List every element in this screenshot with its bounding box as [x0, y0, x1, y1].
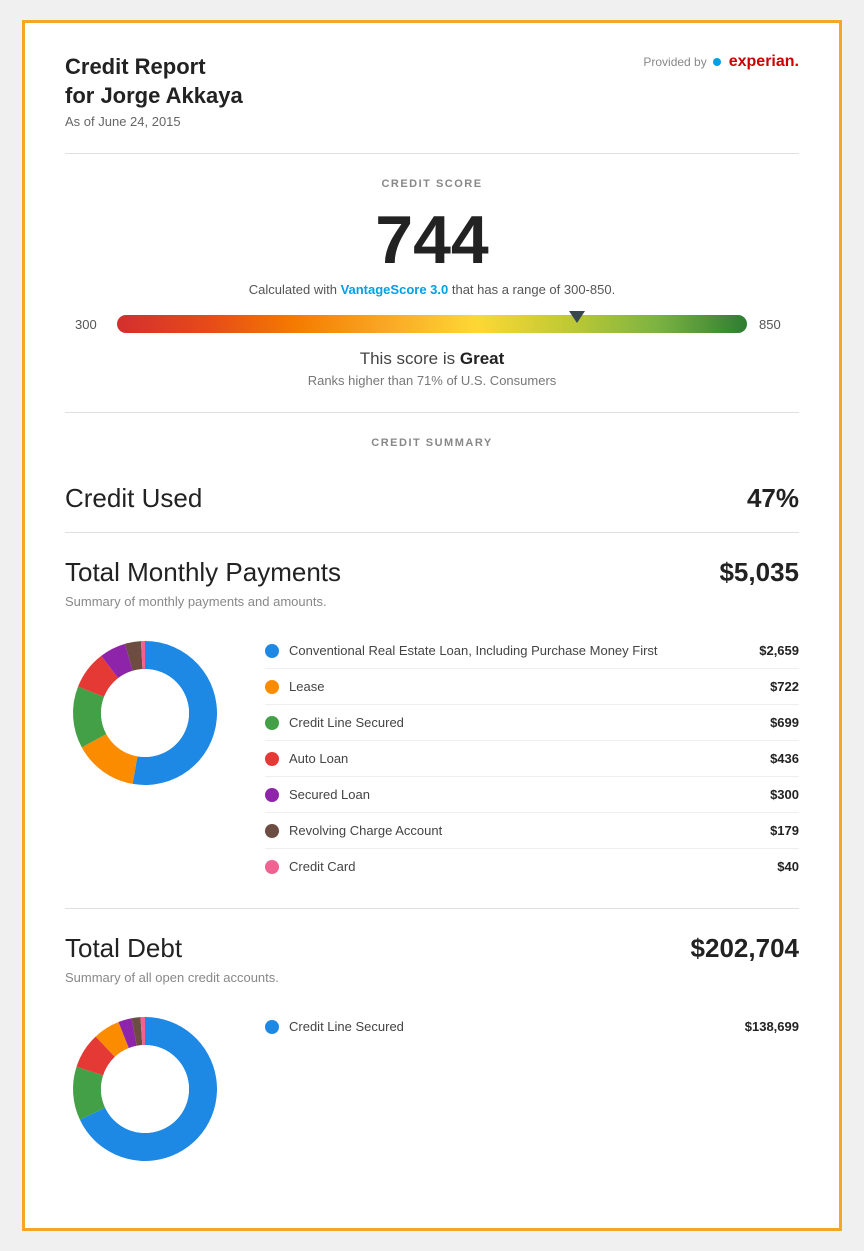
score-quality: Great — [460, 349, 504, 368]
legend-dot — [265, 860, 279, 874]
legend-name: Revolving Charge Account — [289, 823, 442, 838]
total-debt-section: Total Debt $202,704 Summary of all open … — [65, 908, 799, 1198]
legend-left: Credit Card — [265, 859, 355, 874]
legend-left: Secured Loan — [265, 787, 370, 802]
legend-amount: $2,659 — [759, 643, 799, 658]
debt-content: Credit Line Secured $138,699 — [65, 1009, 799, 1174]
legend-dot — [265, 1020, 279, 1034]
vantage-link[interactable]: VantageScore 3.0 — [341, 282, 449, 297]
legend-amount: $40 — [777, 859, 799, 874]
credit-score-section: CREDIT SCORE 744 Calculated with Vantage… — [65, 153, 799, 412]
legend-amount: $138,699 — [745, 1019, 799, 1034]
legend-name: Credit Line Secured — [289, 715, 404, 730]
legend-name: Secured Loan — [289, 787, 370, 802]
score-bar — [117, 315, 747, 333]
header-left: Credit Report for Jorge Akkaya As of Jun… — [65, 53, 243, 129]
total-debt-title: Total Debt — [65, 933, 182, 964]
legend-dot — [265, 752, 279, 766]
payments-legend: Conventional Real Estate Loan, Including… — [265, 633, 799, 884]
credit-summary-section: CREDIT SUMMARY Credit Used 47% — [65, 412, 799, 532]
legend-dot — [265, 788, 279, 802]
vantage-text: Calculated with VantageScore 3.0 that ha… — [65, 282, 799, 297]
experian-logo: Provided by experian. — [643, 53, 799, 71]
credit-used-row: Credit Used 47% — [65, 465, 799, 532]
legend-item: Credit Card $40 — [265, 849, 799, 884]
page: Credit Report for Jorge Akkaya As of Jun… — [22, 20, 842, 1231]
credit-used-value: 47% — [747, 483, 799, 514]
legend-amount: $436 — [770, 751, 799, 766]
legend-name: Auto Loan — [289, 751, 348, 766]
legend-item: Conventional Real Estate Loan, Including… — [265, 633, 799, 669]
legend-dot — [265, 680, 279, 694]
legend-left: Credit Line Secured — [265, 715, 404, 730]
score-indicator — [569, 311, 585, 323]
score-bar-container: 300 850 — [65, 315, 799, 333]
rank-text: Ranks higher than 71% of U.S. Consumers — [65, 373, 799, 388]
legend-item: Secured Loan $300 — [265, 777, 799, 813]
total-debt-sub: Summary of all open credit accounts. — [65, 970, 799, 985]
legend-amount: $722 — [770, 679, 799, 694]
credit-score-value: 744 — [65, 206, 799, 274]
monthly-payments-sub: Summary of monthly payments and amounts. — [65, 594, 799, 609]
legend-left: Auto Loan — [265, 751, 348, 766]
legend-amount: $179 — [770, 823, 799, 838]
score-description: This score is Great Ranks higher than 71… — [65, 349, 799, 388]
legend-dot — [265, 716, 279, 730]
legend-item: Revolving Charge Account $179 — [265, 813, 799, 849]
legend-left: Conventional Real Estate Loan, Including… — [265, 643, 658, 658]
experian-brand: experian. — [729, 53, 799, 71]
monthly-payments-header: Total Monthly Payments $5,035 — [65, 557, 799, 588]
score-quality-text: This score is Great — [65, 349, 799, 369]
legend-name: Credit Card — [289, 859, 355, 874]
provided-by-text: Provided by — [643, 55, 706, 69]
score-max-label: 850 — [759, 317, 789, 332]
legend-name: Credit Line Secured — [289, 1019, 404, 1034]
header: Credit Report for Jorge Akkaya As of Jun… — [65, 53, 799, 129]
total-debt-header: Total Debt $202,704 — [65, 933, 799, 964]
score-min-label: 300 — [75, 317, 105, 332]
legend-item: Credit Line Secured $138,699 — [265, 1009, 799, 1044]
legend-left: Revolving Charge Account — [265, 823, 442, 838]
monthly-payments-section: Total Monthly Payments $5,035 Summary of… — [65, 532, 799, 908]
credit-score-label: CREDIT SCORE — [65, 178, 799, 190]
report-title: Credit Report for Jorge Akkaya — [65, 53, 243, 110]
legend-item: Credit Line Secured $699 — [265, 705, 799, 741]
legend-dot — [265, 824, 279, 838]
total-debt-value: $202,704 — [691, 933, 799, 964]
legend-item: Auto Loan $436 — [265, 741, 799, 777]
legend-name: Conventional Real Estate Loan, Including… — [289, 643, 658, 658]
payments-donut — [65, 633, 225, 798]
credit-summary-label: CREDIT SUMMARY — [65, 437, 799, 449]
monthly-payments-title: Total Monthly Payments — [65, 557, 341, 588]
score-bar-gradient — [117, 315, 747, 333]
legend-dot — [265, 644, 279, 658]
legend-left: Credit Line Secured — [265, 1019, 404, 1034]
legend-amount: $300 — [770, 787, 799, 802]
credit-used-label: Credit Used — [65, 483, 202, 514]
payments-content: Conventional Real Estate Loan, Including… — [65, 633, 799, 884]
legend-amount: $699 — [770, 715, 799, 730]
legend-left: Lease — [265, 679, 324, 694]
debt-legend: Credit Line Secured $138,699 — [265, 1009, 799, 1044]
experian-dot — [713, 58, 721, 66]
report-date: As of June 24, 2015 — [65, 114, 243, 129]
monthly-payments-value: $5,035 — [719, 557, 799, 588]
legend-item: Lease $722 — [265, 669, 799, 705]
debt-donut — [65, 1009, 225, 1174]
legend-name: Lease — [289, 679, 324, 694]
